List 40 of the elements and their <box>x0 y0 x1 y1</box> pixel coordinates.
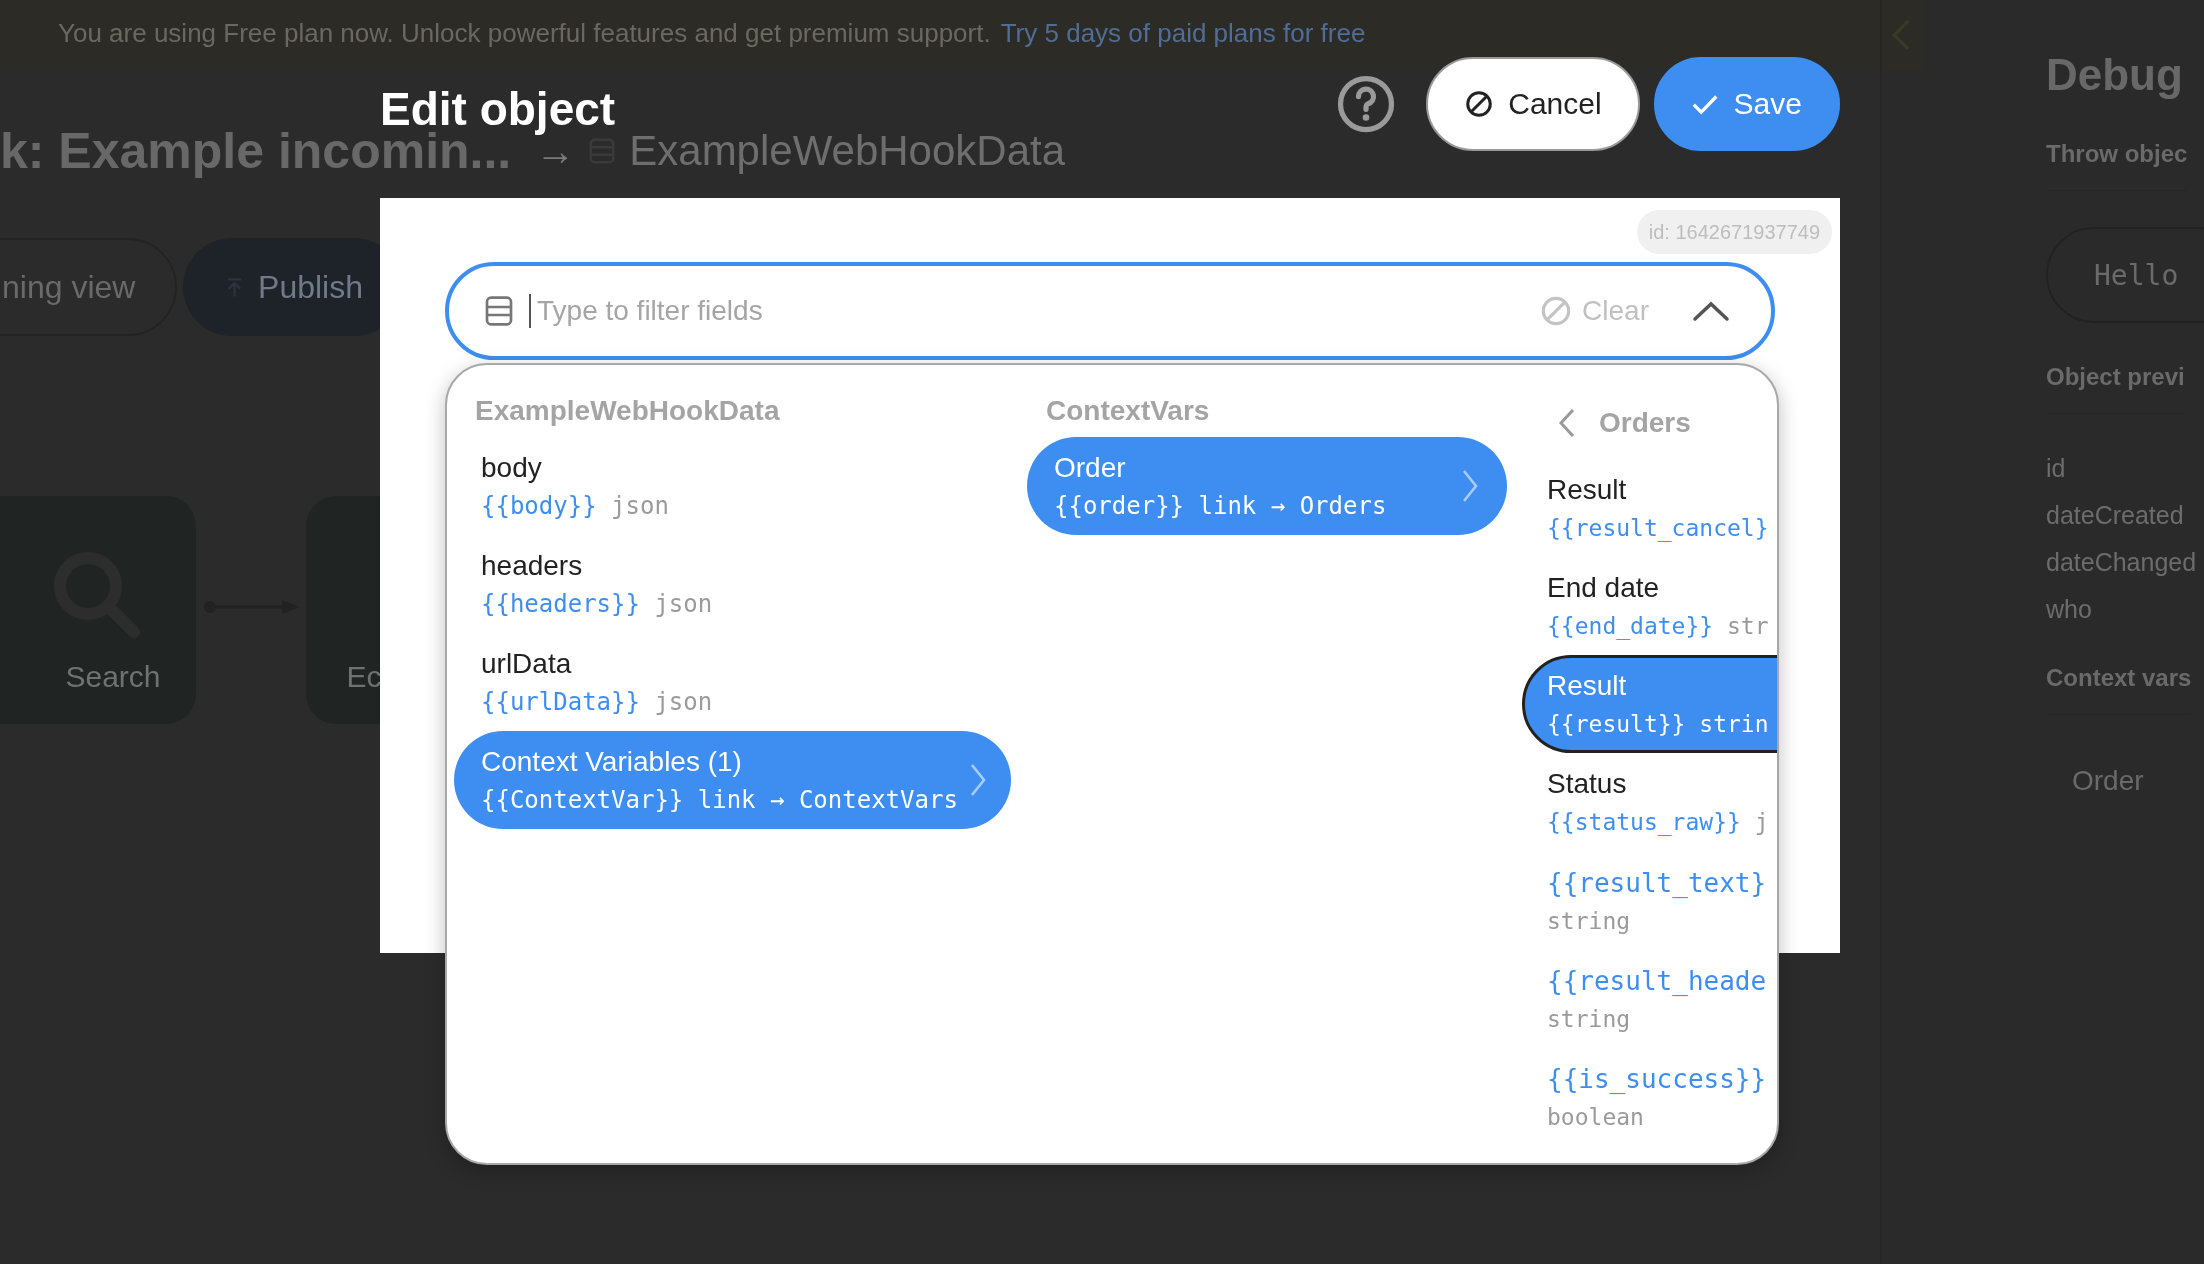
field-item[interactable]: Order {{order}} link → Orders <box>1027 437 1507 535</box>
context-item[interactable]: Order <box>2072 765 2144 797</box>
field-item[interactable]: body {{body}} json <box>454 437 1011 535</box>
list-icon <box>483 295 515 327</box>
prohibited-icon <box>1464 89 1495 119</box>
hello-button[interactable]: Hello <box>2046 227 2204 323</box>
cancel-button[interactable]: Cancel <box>1426 57 1640 151</box>
field-item[interactable]: Status {{status_raw}} j <box>1522 753 1777 851</box>
section-heading: Context vars <box>2046 664 2192 715</box>
field-name: dateCreated <box>2046 501 2184 530</box>
filter-field[interactable]: Type to filter fields Clear <box>445 262 1775 360</box>
field-name: id <box>2046 454 2066 483</box>
field-item[interactable]: Result {{result}} strin <box>1522 655 1777 753</box>
upgrade-link[interactable]: Try 5 days of paid plans for free <box>1000 17 1366 49</box>
section-heading: Object previ <box>2046 363 2185 414</box>
field-item[interactable]: urlData {{urlData}} json <box>454 633 1011 731</box>
clear-button[interactable]: Clear <box>1534 294 1655 328</box>
save-button[interactable]: Save <box>1653 57 1840 151</box>
prohibited-icon <box>1540 295 1573 327</box>
breadcrumb-target: ExampleWebHookData <box>629 127 1066 175</box>
column-title: Orders <box>1599 407 1691 439</box>
chevron-up-icon[interactable] <box>1691 299 1731 323</box>
column-title: ContextVars <box>1046 395 1210 427</box>
view-button[interactable]: ning view <box>0 238 178 336</box>
help-icon[interactable] <box>1336 74 1397 134</box>
field-item[interactable]: End date {{end_date}} str <box>1522 557 1777 655</box>
field-item[interactable]: {{is_success}} boolean <box>1522 1047 1777 1145</box>
field-item[interactable]: {{result_heade string <box>1522 949 1777 1047</box>
banner-text: You are using Free plan now. Unlock powerful features and get premium support. <box>58 17 991 49</box>
field-name: who <box>2046 595 2092 624</box>
field-item[interactable]: {{result_text} string <box>1522 851 1777 949</box>
field-item[interactable]: headers {{headers}} json <box>454 535 1011 633</box>
field-item[interactable]: Context Variables (1) {{ContextVar}} link → ContextVars <box>454 731 1011 829</box>
field-item[interactable]: Result {{result_cancel} <box>1522 459 1777 557</box>
canvas-node[interactable]: Search <box>0 496 196 724</box>
panel-title: Debug <box>2046 50 2183 100</box>
chevron-left-icon[interactable] <box>1557 407 1577 439</box>
section-heading: Throw objec <box>2046 140 2188 191</box>
field-name: dateChanged <box>2046 548 2197 577</box>
column-title: ExampleWebHookData <box>475 395 780 427</box>
